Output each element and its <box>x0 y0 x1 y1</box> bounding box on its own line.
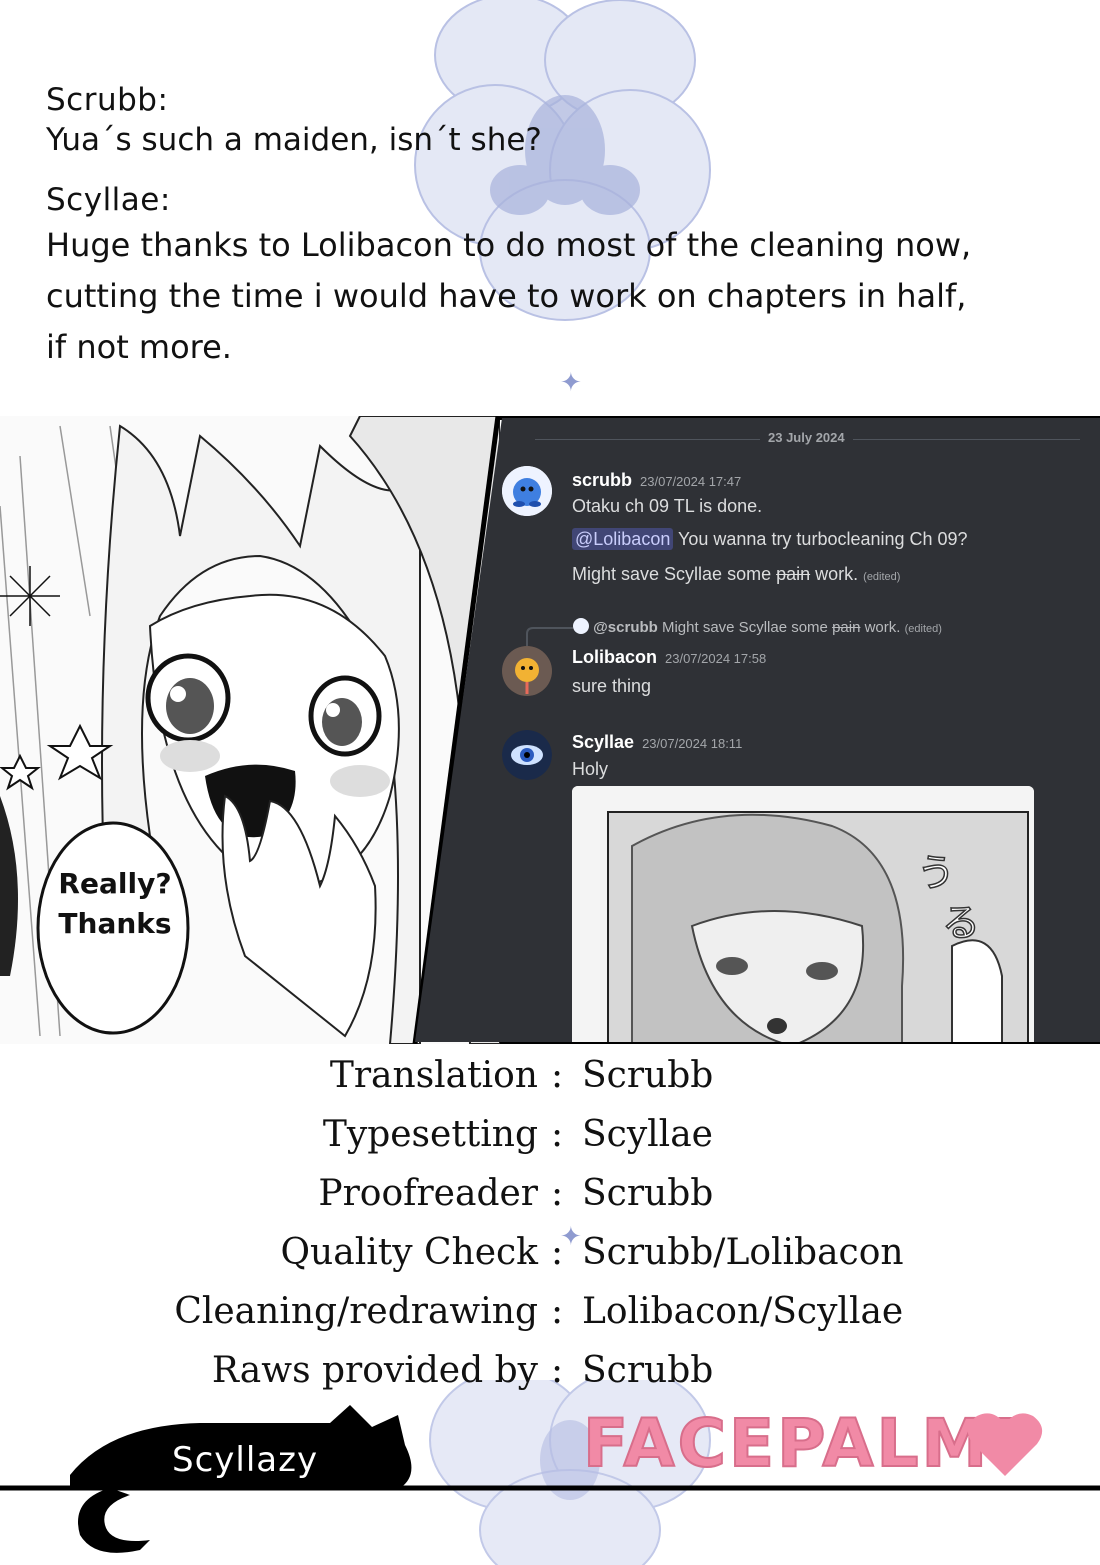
credit-colon: : <box>551 1350 564 1391</box>
svg-text:る: る <box>942 901 980 945</box>
message-text: Holy <box>572 759 609 779</box>
avatar-scrubb[interactable] <box>502 466 552 516</box>
note-text: Huge thanks to Lolibacon to do most of t… <box>46 226 972 264</box>
date-divider: 23 July 2024 <box>535 430 1080 450</box>
credit-role: Cleaning/redrawing <box>174 1291 538 1332</box>
credit-row: Typesetting : Scyllae <box>0 1114 1100 1172</box>
discord-screenshot: 23 July 2024 scrubb 23/07/2024 17:47 Otak… <box>415 418 1100 1042</box>
credit-colon: : <box>551 1114 564 1155</box>
eye-avatar-icon <box>502 730 552 780</box>
lolibacon-avatar-icon <box>502 646 552 696</box>
timestamp: 23/07/2024 18:11 <box>642 736 743 751</box>
message-text: Otaku ch 09 TL is done. <box>572 496 763 516</box>
timestamp: 23/07/2024 17:47 <box>640 474 742 489</box>
note-text: if not more. <box>46 328 232 366</box>
credit-role: Raws provided by <box>211 1350 538 1391</box>
reply-connector-icon <box>526 627 573 646</box>
sparkle-icon: ✦ <box>560 1222 582 1252</box>
image-attachment[interactable]: う る <box>572 786 1034 1042</box>
sparkle-icon: ✦ <box>560 368 582 398</box>
credit-role: Translation <box>329 1055 538 1096</box>
reply-preview[interactable]: @scrubb Might save Scyllae some pain wor… <box>573 618 942 636</box>
avatar-scyllae[interactable] <box>502 730 552 780</box>
note-scrubb: Scrubb: Yua´s such a maiden, isn´t she? <box>46 80 1046 160</box>
credit-colon: : <box>551 1173 564 1214</box>
credit-row: Translation : Scrubb <box>0 1055 1100 1113</box>
credit-name: Lolibacon/Scyllae <box>582 1291 904 1332</box>
credit-role: Typesetting <box>322 1114 538 1155</box>
panel-strip: Really? Thanks 23 July 2024 scrubb 23/07/… <box>0 416 1100 1044</box>
credit-name: Scrubb <box>582 1055 714 1096</box>
credit-role: Proofreader <box>318 1173 538 1214</box>
speech-bubble: Really? Thanks <box>40 864 190 944</box>
reply-avatar-icon <box>573 618 589 634</box>
heart-icon <box>967 1413 1043 1476</box>
credit-row: Cleaning/redrawing : Lolibacon/Scyllae <box>0 1291 1100 1349</box>
message-header: Lolibacon 23/07/2024 17:58 <box>572 647 766 668</box>
svg-text:う: う <box>917 851 955 895</box>
message-fragment: You wanna try turbocleaning Ch 09? <box>673 529 968 549</box>
credit-name: Scrubb <box>582 1173 714 1214</box>
username[interactable]: Scyllae <box>572 732 634 752</box>
manga-panel: Really? Thanks <box>0 416 500 1044</box>
speech-bubble-line: Really? <box>58 867 172 900</box>
reply-username: @scrubb <box>593 619 658 636</box>
note-text: Yua´s such a maiden, isn´t she? <box>46 122 542 158</box>
credit-row: Quality Check : Scrubb/Lolibacon <box>0 1232 1100 1290</box>
speech-bubble-line: Thanks <box>58 907 172 940</box>
message-fragment: work. <box>810 564 859 584</box>
credit-row: Proofreader : Scrubb <box>0 1173 1100 1231</box>
strikethrough-text: pain <box>832 619 861 636</box>
credit-colon: : <box>551 1291 564 1332</box>
credit-name: Scyllae <box>582 1114 713 1155</box>
message-header: Scyllae 23/07/2024 18:11 <box>572 732 742 753</box>
message-header: scrubb 23/07/2024 17:47 <box>572 470 741 491</box>
credit-colon: : <box>551 1055 564 1096</box>
translator-notes: Scrubb: Yua´s such a maiden, isn´t she? … <box>46 80 1046 393</box>
message-text: @Lolibacon You wanna try turbocleaning C… <box>572 528 968 550</box>
message-text: Might save Scyllae some pain work. (edit… <box>572 564 900 585</box>
username[interactable]: Lolibacon <box>572 647 657 667</box>
credit-row: Raws provided by : Scrubb <box>0 1350 1100 1408</box>
attached-manga-image: う る <box>572 786 1034 1042</box>
credit-role: Quality Check <box>280 1232 538 1273</box>
username[interactable]: scrubb <box>572 470 632 490</box>
note-speaker: Scrubb: <box>46 82 169 118</box>
timestamp: 23/07/2024 17:58 <box>665 651 767 666</box>
edited-marker: (edited) <box>904 623 942 635</box>
facepalm-logo: FACEPALM! <box>582 1404 1024 1483</box>
manga-illustration <box>0 416 500 1044</box>
cat-label: Scyllazy <box>172 1440 319 1480</box>
note-scyllae: Scyllae: Huge thanks to Lolibacon to do … <box>46 180 1046 373</box>
reply-fragment: work. <box>860 619 901 636</box>
credit-name: Scrubb <box>582 1350 714 1391</box>
note-speaker: Scyllae: <box>46 182 171 218</box>
edited-marker: (edited) <box>863 571 901 583</box>
message-fragment: Might save Scyllae some <box>572 564 777 584</box>
credit-name: Scrubb/Lolibacon <box>582 1232 904 1273</box>
strikethrough-text: pain <box>776 564 811 584</box>
kirby-avatar-icon <box>502 466 552 516</box>
note-text: cutting the time i would have to work on… <box>46 277 967 315</box>
user-mention[interactable]: @Lolibacon <box>572 528 674 550</box>
avatar-lolibacon[interactable] <box>502 646 552 696</box>
reply-fragment: Might save Scyllae some <box>661 619 833 636</box>
message-text: sure thing <box>572 676 652 696</box>
date-divider-label: 23 July 2024 <box>760 430 853 445</box>
